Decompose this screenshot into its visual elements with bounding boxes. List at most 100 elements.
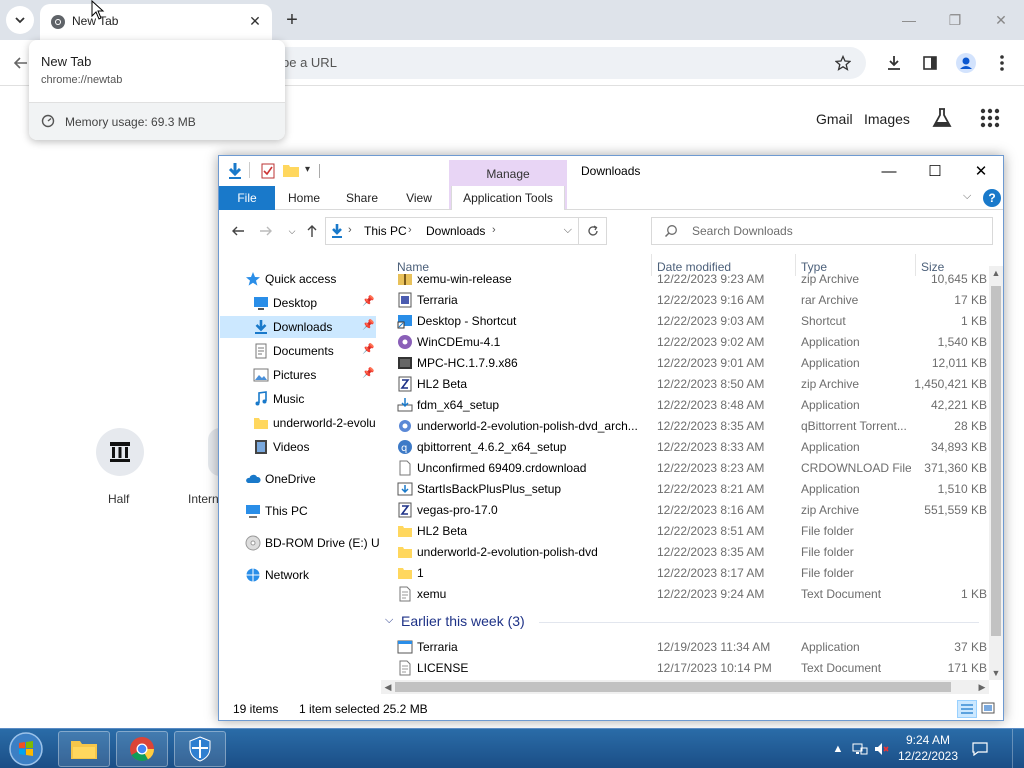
ribbon-tab-file[interactable]: File (219, 186, 275, 210)
nav-item-videos[interactable]: Videos (219, 436, 379, 458)
qat-dropdown-icon[interactable]: ▾ (305, 164, 310, 175)
nav-item-network[interactable]: Network (219, 564, 379, 586)
breadcrumb-separator[interactable]: › (348, 224, 352, 236)
taskbar-file-explorer[interactable] (58, 731, 110, 767)
breadcrumb-separator[interactable]: › (492, 224, 496, 236)
file-row[interactable]: xemu-win-release 12/22/2023 9:23 AM zip … (381, 269, 989, 290)
show-desktop-button[interactable] (1012, 729, 1024, 768)
file-row[interactable]: Terraria 12/19/2023 11:34 AM Application… (381, 637, 989, 658)
apps-launcher-button[interactable] (980, 108, 1000, 128)
gmail-link[interactable]: Gmail (816, 111, 853, 127)
nav-item-quick-access[interactable]: Quick access (219, 268, 379, 290)
file-row[interactable]: MPC-HC.1.7.9.x86 12/22/2023 9:01 AM Appl… (381, 353, 989, 374)
ribbon-tab-home[interactable]: Home (281, 186, 327, 210)
side-panel-button[interactable] (919, 52, 941, 74)
ribbon-tab-share[interactable]: Share (337, 186, 387, 210)
breadcrumb-downloads[interactable]: Downloads (426, 224, 485, 238)
tab-close-button[interactable]: ✕ (246, 12, 264, 30)
tab-new-tab[interactable]: New Tab ✕ (40, 4, 272, 40)
show-hidden-icons-button[interactable]: ▲ (830, 741, 846, 757)
file-row[interactable]: q qbittorrent_4.6.2_x64_setup 12/22/2023… (381, 437, 989, 458)
scroll-up-arrow[interactable]: ▲ (989, 266, 1003, 280)
file-row[interactable]: HL2 Beta 12/22/2023 8:50 AM zip Archive … (381, 374, 989, 395)
clock-time: 9:24 AM (905, 733, 951, 747)
ribbon-tab-application-tools[interactable]: Application Tools (451, 186, 565, 210)
nav-item-this-pc[interactable]: This PC (219, 500, 379, 522)
ribbon-tab-view[interactable]: View (397, 186, 441, 210)
scroll-right-arrow[interactable]: ▶ (975, 680, 989, 694)
details-view-button[interactable] (957, 700, 977, 718)
minimize-button[interactable]: — (894, 8, 924, 32)
large-icons-view-button[interactable] (979, 700, 999, 718)
network-tray-icon[interactable] (852, 741, 868, 757)
file-row[interactable]: HL2 Beta 12/22/2023 8:51 AM File folder (381, 521, 989, 542)
nav-item-documents[interactable]: Documents 📌 (219, 340, 379, 362)
ribbon-expand-button[interactable]: ⌵ (963, 190, 971, 203)
file-row[interactable]: vegas-pro-17.0 12/22/2023 8:16 AM zip Ar… (381, 500, 989, 521)
images-link[interactable]: Images (864, 111, 910, 127)
breadcrumb-this-pc[interactable]: This PC (364, 224, 407, 238)
horizontal-scrollbar[interactable]: ◀ ▶ (381, 680, 989, 694)
file-row[interactable]: underworld-2-evolution-polish-dvd 12/22/… (381, 542, 989, 563)
file-row[interactable]: underworld-2-evolution-polish-dvd_arch..… (381, 416, 989, 437)
file-row[interactable]: Terraria 12/22/2023 9:16 AM rar Archive … (381, 290, 989, 311)
refresh-button[interactable] (578, 218, 606, 244)
close-window-button[interactable]: ✕ (986, 8, 1016, 32)
group-header-earlier-this-week[interactable]: ⌵ Earlier this week (3) (381, 610, 981, 634)
restore-button[interactable]: ❐ (940, 8, 970, 32)
file-size: 1,510 KB (937, 482, 987, 496)
file-row[interactable]: Desktop - Shortcut 12/22/2023 9:03 AM Sh… (381, 311, 989, 332)
nav-item-music[interactable]: Music (219, 388, 379, 410)
new-folder-icon[interactable] (283, 163, 299, 177)
nav-label: underworld-2-evolu (273, 416, 376, 430)
nav-item-desktop[interactable]: Desktop 📌 (219, 292, 379, 314)
file-date: 12/22/2023 8:17 AM (657, 566, 765, 580)
file-type: Text Document (801, 661, 882, 675)
nav-item-pictures[interactable]: Pictures 📌 (219, 364, 379, 386)
file-row[interactable]: StartIsBackPlusPlus_setup 12/22/2023 8:2… (381, 479, 989, 500)
explorer-minimize-button[interactable]: — (867, 158, 911, 184)
nav-item-bd-rom-drive[interactable]: BD-ROM Drive (E:) UI (219, 532, 379, 554)
help-button[interactable]: ? (983, 189, 1001, 207)
scroll-left-arrow[interactable]: ◀ (381, 680, 395, 694)
downloads-button[interactable] (883, 52, 905, 74)
file-row[interactable]: fdm_x64_setup 12/22/2023 8:48 AM Applica… (381, 395, 989, 416)
shortcut-icon (397, 315, 412, 329)
explorer-forward-button[interactable] (257, 222, 275, 240)
nav-item-underworld-folder[interactable]: underworld-2-evolu (219, 412, 379, 434)
start-button[interactable] (6, 730, 46, 768)
profile-button[interactable] (955, 52, 977, 74)
scroll-thumb[interactable] (991, 286, 1001, 636)
taskbar-security-shield[interactable] (174, 731, 226, 767)
scroll-down-arrow[interactable]: ▼ (989, 666, 1003, 680)
file-row[interactable]: Unconfirmed 69409.crdownload 12/22/2023 … (381, 458, 989, 479)
action-center-button[interactable] (972, 741, 988, 757)
breadcrumb-separator[interactable]: › (408, 224, 412, 236)
scroll-thumb[interactable] (395, 682, 951, 692)
explorer-close-button[interactable]: ✕ (959, 158, 1003, 184)
address-dropdown-icon[interactable]: ⌵ (564, 224, 572, 237)
explorer-maximize-button[interactable]: ☐ (913, 158, 957, 184)
taskbar-chrome[interactable] (116, 731, 168, 767)
vertical-scrollbar[interactable]: ▲ ▼ (989, 266, 1003, 680)
file-row[interactable]: 1 12/22/2023 8:17 AM File folder (381, 563, 989, 584)
shortcut-tile-half[interactable] (96, 428, 144, 476)
recent-locations-button[interactable]: ⌵ (283, 222, 301, 240)
new-tab-button[interactable]: + (280, 8, 304, 32)
search-downloads-input[interactable]: Search Downloads (651, 217, 993, 245)
nav-item-onedrive[interactable]: OneDrive (219, 468, 379, 490)
chrome-menu-button[interactable] (991, 52, 1013, 74)
volume-tray-icon[interactable] (874, 741, 890, 757)
file-row[interactable]: xemu 12/22/2023 9:24 AM Text Document 1 … (381, 584, 989, 605)
tab-search-button[interactable] (6, 6, 34, 34)
bookmark-star-button[interactable] (832, 52, 854, 74)
file-row[interactable]: WinCDEmu-4.1 12/22/2023 9:02 AM Applicat… (381, 332, 989, 353)
file-row[interactable]: LICENSE 12/17/2023 10:14 PM Text Documen… (381, 658, 989, 679)
explorer-address-bar[interactable]: › This PC › Downloads › ⌵ (325, 217, 607, 245)
up-button[interactable] (303, 222, 321, 240)
explorer-back-button[interactable] (229, 222, 247, 240)
taskbar-clock[interactable]: 9:24 AM 12/22/2023 (892, 732, 964, 764)
labs-button[interactable] (930, 106, 954, 130)
nav-item-downloads[interactable]: Downloads 📌 (220, 316, 376, 338)
properties-icon[interactable] (261, 163, 275, 179)
